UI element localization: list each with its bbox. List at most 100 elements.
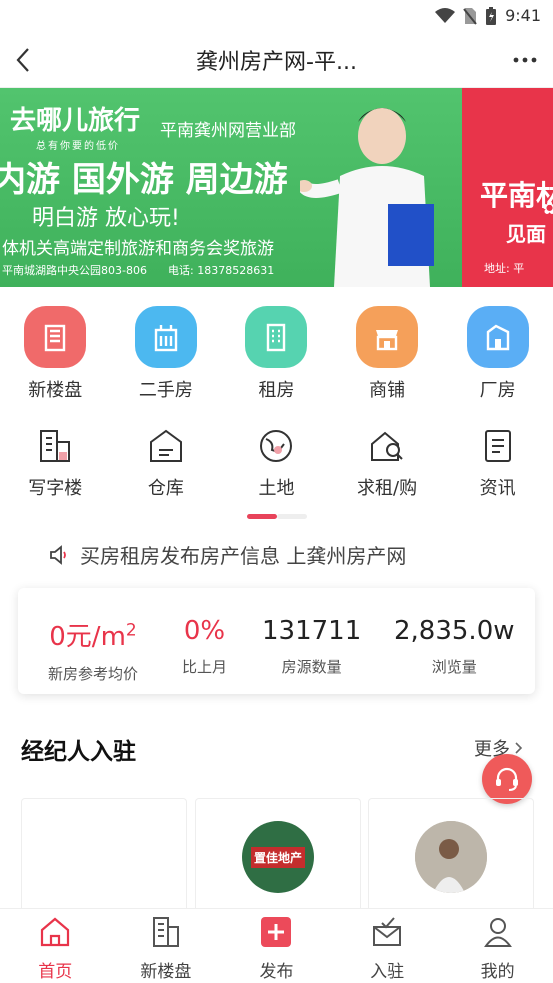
- banner-headline: 内游 国外游 周边游: [0, 160, 288, 200]
- stat-avg-price: 0元/m2 新房参考均价: [48, 616, 138, 684]
- secondhand-house-icon: [134, 306, 197, 368]
- category-label: 商铺: [369, 380, 406, 401]
- banner-branch: 平南龚州网营业部: [160, 121, 296, 141]
- mom-label: 比上月: [182, 658, 228, 676]
- tab-publish[interactable]: 发布: [221, 909, 332, 983]
- new-building-icon: [24, 306, 87, 368]
- bottom-tab-bar: 首页 新楼盘 发布 入驻 我的: [0, 908, 553, 983]
- brand-sub: 总有你要的低价: [36, 141, 120, 152]
- rent-icon: [245, 306, 308, 368]
- land-icon: [260, 430, 293, 462]
- agent-card[interactable]: [368, 798, 534, 908]
- red-headline: 平南林: [480, 179, 553, 212]
- tab-home[interactable]: 首页: [0, 909, 111, 983]
- category-wanted[interactable]: 求租/购: [332, 428, 443, 500]
- office-icon: [40, 430, 71, 462]
- category-rent[interactable]: 租房: [221, 306, 332, 402]
- person-image: [300, 108, 434, 287]
- banner-line: 体机关高端定制旅游和商务会奖旅游: [2, 239, 274, 259]
- stat-mom: 0% 比上月: [182, 616, 227, 677]
- category-label: 仓库: [147, 478, 184, 499]
- page-title: 龚州房产网-平...: [196, 50, 357, 75]
- views-value: 2,835.0w: [394, 616, 515, 646]
- customer-service-button[interactable]: [482, 754, 532, 804]
- mom-value: 0%: [183, 616, 226, 646]
- banner-address: 平南城湖路中央公园803-806: [2, 264, 147, 277]
- warehouse-icon: [149, 429, 182, 462]
- stats-card: 0元/m2 新房参考均价 0% 比上月 131711 房源数量 2,835.0w…: [18, 588, 535, 694]
- more-dots-icon[interactable]: [511, 46, 539, 74]
- avg-price-label: 新房参考均价: [48, 665, 139, 683]
- wifi-icon: [435, 7, 456, 23]
- status-bar: 9:41: [0, 0, 553, 32]
- factory-icon: [466, 306, 529, 368]
- avg-price-sup: 2: [125, 620, 137, 641]
- buildings-icon: [152, 917, 179, 947]
- tab-label: 首页: [38, 962, 73, 982]
- shop-icon: [356, 306, 419, 368]
- avatar: 置佳地产: [242, 821, 314, 893]
- avatar-text: 置佳地产: [250, 846, 305, 868]
- category-office[interactable]: 写字楼: [0, 428, 111, 500]
- banner-carousel[interactable]: 去哪儿旅行总有你要的低价 平南龚州网营业部 内游 国外游 周边游 明白游 放心玩…: [0, 88, 553, 287]
- category-label: 求租/购: [357, 478, 418, 499]
- join-icon: [373, 917, 402, 946]
- nav-bar: 龚州房产网-平...: [0, 32, 553, 88]
- tab-label: 新楼盘: [140, 962, 192, 982]
- avatar: [415, 821, 487, 893]
- banner-brand: 去哪儿旅行总有你要的低价: [10, 100, 140, 152]
- avg-price-value: 0元/m: [49, 622, 126, 652]
- tab-label: 我的: [480, 962, 515, 982]
- category-label: 租房: [258, 380, 295, 401]
- headset-icon: [496, 767, 518, 791]
- pager-dot: [277, 514, 307, 519]
- category-label: 厂房: [479, 380, 516, 401]
- publish-icon: [261, 917, 292, 947]
- tab-new-buildings[interactable]: 新楼盘: [111, 909, 222, 983]
- tab-label: 入驻: [370, 962, 405, 982]
- category-grid-primary: 新楼盘 二手房 租房 商铺 厂房: [0, 306, 553, 402]
- category-grid-secondary: 写字楼 仓库 土地 求租/购 资讯: [0, 428, 553, 500]
- battery-icon: [486, 6, 497, 25]
- category-warehouse[interactable]: 仓库: [111, 428, 222, 500]
- wanted-icon: [371, 431, 403, 461]
- profile-icon: [483, 918, 512, 947]
- chevron-right-icon: [515, 742, 523, 754]
- speaker-icon: [50, 544, 66, 565]
- brand-name: 去哪儿旅行: [10, 106, 141, 136]
- category-new-building[interactable]: 新楼盘: [0, 306, 111, 402]
- agent-card[interactable]: 置佳地产: [195, 798, 361, 908]
- tab-join[interactable]: 入驻: [332, 909, 443, 983]
- agents-section-title: 经纪人入驻: [21, 739, 136, 765]
- category-label: 资讯: [479, 478, 516, 499]
- home-icon: [41, 917, 70, 947]
- agent-card[interactable]: [21, 798, 187, 908]
- stat-views: 2,835.0w 浏览量: [394, 616, 515, 677]
- views-label: 浏览量: [431, 658, 477, 676]
- category-secondhand[interactable]: 二手房: [111, 306, 222, 402]
- category-land[interactable]: 土地: [221, 428, 332, 500]
- category-label: 新楼盘: [28, 380, 83, 401]
- red-sub: 见面: [506, 222, 546, 246]
- category-factory[interactable]: 厂房: [442, 306, 553, 402]
- notice-bar[interactable]: 买房租房发布房产信息 上龚州房产网: [48, 540, 406, 569]
- pager-dot-active: [247, 514, 277, 519]
- tab-profile[interactable]: 我的: [442, 909, 553, 983]
- category-label: 二手房: [138, 380, 193, 401]
- no-sim-icon: [463, 7, 477, 25]
- stat-listings: 131711 房源数量: [262, 616, 361, 677]
- category-label: 土地: [258, 478, 295, 499]
- banner-slide-red[interactable]: ✿ 平南林 见面 地址: 平: [462, 88, 553, 287]
- banner-phone: 电话: 18378528631: [168, 264, 275, 277]
- banner-slide-travel[interactable]: 去哪儿旅行总有你要的低价 平南龚州网营业部 内游 国外游 周边游 明白游 放心玩…: [0, 88, 462, 287]
- red-addr: 地址: 平: [484, 262, 525, 275]
- category-label: 写字楼: [28, 478, 83, 499]
- listings-label: 房源数量: [281, 658, 342, 676]
- banner-slogan: 明白游 放心玩!: [32, 206, 180, 231]
- notice-text: 买房租房发布房产信息 上龚州房产网: [80, 544, 407, 568]
- category-news[interactable]: 资讯: [442, 428, 553, 500]
- category-shop[interactable]: 商铺: [332, 306, 443, 402]
- listings-value: 131711: [262, 616, 362, 646]
- category-pager: [247, 514, 307, 519]
- news-icon: [484, 430, 511, 462]
